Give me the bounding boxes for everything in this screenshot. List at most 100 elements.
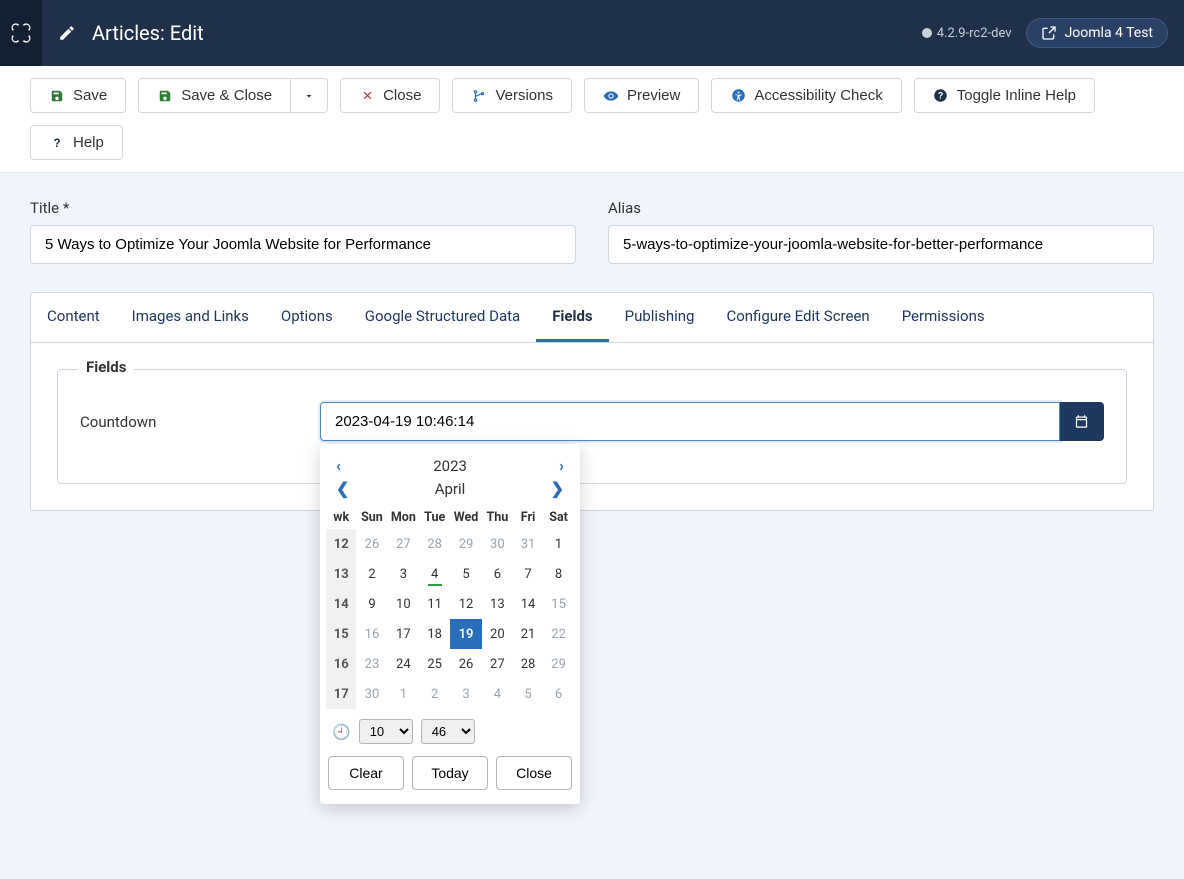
week-number: 13 xyxy=(326,559,356,589)
weekday-header: Mon xyxy=(388,506,420,529)
accessibility-button[interactable]: Accessibility Check xyxy=(711,78,901,113)
help-button[interactable]: ? Help xyxy=(30,125,123,160)
tab-gsd[interactable]: Google Structured Data xyxy=(349,293,536,342)
fieldset-legend: Fields xyxy=(78,358,134,376)
tab-config[interactable]: Configure Edit Screen xyxy=(710,293,885,342)
calendar-clear-button[interactable]: Clear xyxy=(328,756,404,790)
branch-icon xyxy=(471,88,487,104)
calendar-day[interactable]: 21 xyxy=(513,619,543,649)
clock-icon: 🕘 xyxy=(332,723,351,741)
calendar-day[interactable]: 2 xyxy=(356,559,387,589)
calendar-day[interactable]: 30 xyxy=(482,529,513,559)
alias-input[interactable] xyxy=(608,225,1154,264)
question-icon: ? xyxy=(49,135,65,151)
calendar-day[interactable]: 17 xyxy=(388,619,420,649)
calendar-day[interactable]: 26 xyxy=(356,529,387,559)
calendar-day[interactable]: 13 xyxy=(482,589,513,619)
tab-options[interactable]: Options xyxy=(265,293,349,342)
calendar-day[interactable]: 23 xyxy=(356,649,387,679)
prev-year-button[interactable]: ‹ xyxy=(330,456,347,475)
weekday-header: Tue xyxy=(419,506,450,529)
calendar-day[interactable]: 11 xyxy=(419,589,450,619)
calendar-day[interactable]: 12 xyxy=(450,589,482,619)
accessibility-icon xyxy=(730,88,746,104)
weekday-header: Sun xyxy=(356,506,387,529)
calendar-day[interactable]: 1 xyxy=(388,679,420,709)
calendar-day[interactable]: 4 xyxy=(482,679,513,709)
calendar-day[interactable]: 26 xyxy=(450,649,482,679)
calendar-day[interactable]: 6 xyxy=(482,559,513,589)
calendar-day[interactable]: 28 xyxy=(419,529,450,559)
week-number: 12 xyxy=(326,529,356,559)
save-close-dropdown[interactable] xyxy=(291,78,328,113)
topbar: Articles: Edit 4.2.9-rc2-dev Joomla 4 Te… xyxy=(0,0,1184,66)
calendar-open-button[interactable] xyxy=(1060,402,1104,441)
calendar-day[interactable]: 8 xyxy=(543,559,574,589)
chevron-down-icon xyxy=(303,90,315,102)
save-icon xyxy=(157,88,173,104)
calendar-day[interactable]: 31 xyxy=(513,529,543,559)
next-month-button[interactable]: ❯ xyxy=(545,479,570,498)
week-number: 14 xyxy=(326,589,356,619)
panel-fields: Fields Countdown ‹ 2023 › xyxy=(30,343,1154,511)
calendar-day[interactable]: 28 xyxy=(513,649,543,679)
calendar-day[interactable]: 3 xyxy=(450,679,482,709)
prev-month-button[interactable]: ❮ xyxy=(330,479,355,498)
calendar-day[interactable]: 27 xyxy=(388,529,420,559)
tabs: Content Images and Links Options Google … xyxy=(30,292,1154,343)
calendar-day[interactable]: 1 xyxy=(543,529,574,559)
calendar-day[interactable]: 16 xyxy=(356,619,387,649)
calendar-day[interactable]: 20 xyxy=(482,619,513,649)
tab-permissions[interactable]: Permissions xyxy=(886,293,1001,342)
minute-select[interactable]: 46 xyxy=(421,719,475,744)
calendar-day[interactable]: 24 xyxy=(388,649,420,679)
tab-fields[interactable]: Fields xyxy=(536,293,608,342)
countdown-input[interactable] xyxy=(320,402,1060,441)
title-input[interactable] xyxy=(30,225,576,264)
calendar-day[interactable]: 18 xyxy=(419,619,450,649)
calendar-day[interactable]: 2 xyxy=(419,679,450,709)
week-number: 16 xyxy=(326,649,356,679)
calendar-day[interactable]: 30 xyxy=(356,679,387,709)
calendar-today-button[interactable]: Today xyxy=(412,756,488,790)
tab-publishing[interactable]: Publishing xyxy=(609,293,711,342)
calendar-day[interactable]: 5 xyxy=(513,679,543,709)
save-button[interactable]: Save xyxy=(30,78,126,113)
pencil-icon xyxy=(58,24,76,42)
tab-images[interactable]: Images and Links xyxy=(116,293,265,342)
toolbar: Save Save & Close Close Versions Preview… xyxy=(0,66,1184,173)
calendar-day[interactable]: 15 xyxy=(543,589,574,619)
calendar-day[interactable]: 7 xyxy=(513,559,543,589)
close-button[interactable]: Close xyxy=(340,78,440,113)
preview-button[interactable]: Preview xyxy=(584,78,699,113)
calendar-day[interactable]: 5 xyxy=(450,559,482,589)
calendar-month: April xyxy=(435,480,466,498)
calendar-day[interactable]: 6 xyxy=(543,679,574,709)
toggle-help-button[interactable]: ? Toggle Inline Help xyxy=(914,78,1095,113)
sidebar-toggle-strip[interactable] xyxy=(0,0,42,66)
next-year-button[interactable]: › xyxy=(553,456,570,475)
week-number: 15 xyxy=(326,619,356,649)
save-close-button[interactable]: Save & Close xyxy=(138,78,291,113)
calendar-day[interactable]: 29 xyxy=(543,649,574,679)
tab-content[interactable]: Content xyxy=(31,293,116,342)
hour-select[interactable]: 10 xyxy=(359,719,413,744)
calendar-day[interactable]: 19 xyxy=(450,619,482,649)
svg-text:?: ? xyxy=(53,137,60,150)
versions-button[interactable]: Versions xyxy=(452,78,572,113)
save-close-group: Save & Close xyxy=(138,78,328,113)
calendar-day[interactable]: 4 xyxy=(419,559,450,589)
calendar-day[interactable]: 9 xyxy=(356,589,387,619)
calendar-day[interactable]: 14 xyxy=(513,589,543,619)
calendar-day[interactable]: 29 xyxy=(450,529,482,559)
calendar-day[interactable]: 27 xyxy=(482,649,513,679)
calendar-close-button[interactable]: Close xyxy=(496,756,572,790)
question-circle-icon: ? xyxy=(933,88,949,104)
calendar-day[interactable]: 25 xyxy=(419,649,450,679)
open-site-button[interactable]: Joomla 4 Test xyxy=(1026,18,1168,48)
save-icon xyxy=(49,88,65,104)
calendar-day[interactable]: 22 xyxy=(543,619,574,649)
calendar-popup: ‹ 2023 › ❮ April ❯ wkSunMonTueWedThuFriS… xyxy=(320,444,580,804)
calendar-day[interactable]: 10 xyxy=(388,589,420,619)
calendar-day[interactable]: 3 xyxy=(388,559,420,589)
